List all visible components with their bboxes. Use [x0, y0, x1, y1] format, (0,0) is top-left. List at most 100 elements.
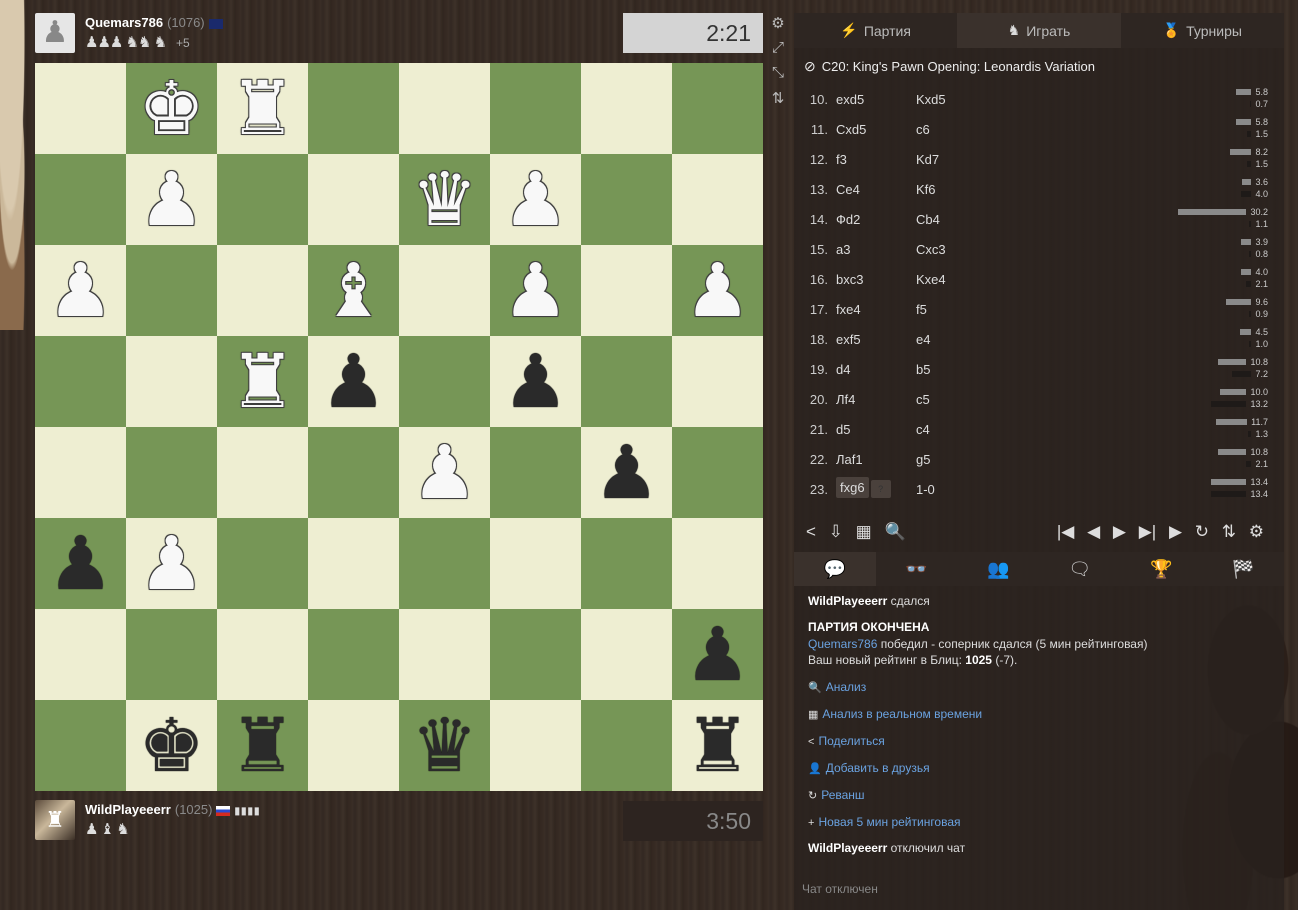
- board-square[interactable]: ♛: [399, 154, 490, 245]
- board-square[interactable]: ♟: [490, 245, 581, 336]
- board-square[interactable]: [35, 700, 126, 791]
- board-square[interactable]: [490, 427, 581, 518]
- prev-move-icon[interactable]: ◀: [1087, 522, 1100, 541]
- board-square[interactable]: [217, 245, 308, 336]
- board-square[interactable]: [35, 427, 126, 518]
- black-move[interactable]: c5: [916, 392, 996, 407]
- black-move[interactable]: Kxd5: [916, 92, 996, 107]
- board-square[interactable]: ♜: [672, 700, 763, 791]
- black-queen[interactable]: ♛: [411, 709, 477, 783]
- analysis-icon[interactable]: 🔍: [884, 522, 905, 541]
- flip-board-icon[interactable]: ⇅: [769, 89, 787, 114]
- add-friend-link[interactable]: 👤 Добавить в друзья: [808, 761, 1270, 775]
- expand-icon[interactable]: ⤢: [769, 39, 787, 64]
- board-square[interactable]: [126, 609, 217, 700]
- white-pawn[interactable]: ♟: [47, 254, 113, 328]
- board-square[interactable]: [308, 63, 399, 154]
- black-move[interactable]: 1-0: [916, 482, 996, 497]
- board-square[interactable]: [672, 518, 763, 609]
- chat-input[interactable]: Чат отключен: [794, 882, 1284, 896]
- board-square[interactable]: [490, 609, 581, 700]
- black-move[interactable]: Cb4: [916, 212, 996, 227]
- board-square[interactable]: [581, 154, 672, 245]
- white-king[interactable]: ♚: [138, 72, 204, 146]
- black-pawn[interactable]: ♟: [47, 527, 113, 601]
- white-queen[interactable]: ♛: [411, 163, 477, 237]
- white-move[interactable]: Лаf1: [836, 452, 916, 467]
- board-square[interactable]: [217, 518, 308, 609]
- settings-icon[interactable]: ⚙: [769, 14, 787, 39]
- tab-play[interactable]: ♞ Играть: [957, 13, 1121, 48]
- board-square[interactable]: [308, 609, 399, 700]
- board-square[interactable]: [581, 609, 672, 700]
- rematch-link[interactable]: ↻ Реванш: [808, 788, 1270, 802]
- board-square[interactable]: [672, 336, 763, 427]
- first-move-icon[interactable]: |◀: [1057, 522, 1075, 541]
- black-king[interactable]: ♚: [138, 709, 204, 783]
- white-move[interactable]: bxc3: [836, 272, 916, 287]
- winner-link[interactable]: Quemars786: [808, 637, 877, 651]
- black-move[interactable]: Kxe4: [916, 272, 996, 287]
- board-square[interactable]: ♛: [399, 700, 490, 791]
- board-square[interactable]: ♜: [217, 336, 308, 427]
- white-rook[interactable]: ♜: [229, 72, 295, 146]
- board-square[interactable]: ♟: [399, 427, 490, 518]
- black-move[interactable]: b5: [916, 362, 996, 377]
- black-move[interactable]: Cxc3: [916, 242, 996, 257]
- board-square[interactable]: ♜: [217, 700, 308, 791]
- board-square[interactable]: ♟: [308, 336, 399, 427]
- trophy-icon[interactable]: 🏆: [1121, 552, 1203, 586]
- black-move[interactable]: f5: [916, 302, 996, 317]
- binoculars-icon[interactable]: 👓: [876, 552, 958, 586]
- refresh-icon[interactable]: ↻: [1195, 522, 1209, 541]
- board-square[interactable]: [399, 518, 490, 609]
- settings-icon[interactable]: ⚙: [1249, 522, 1264, 541]
- board-square[interactable]: [399, 245, 490, 336]
- white-pawn[interactable]: ♟: [502, 163, 568, 237]
- chat-username[interactable]: WildPlayeeerr: [808, 841, 887, 855]
- bottom-player-name[interactable]: WildPlayeeerr: [85, 802, 171, 817]
- black-pawn[interactable]: ♟: [502, 345, 568, 419]
- black-pawn[interactable]: ♟: [320, 345, 386, 419]
- new-game-link[interactable]: + Новая 5 мин рейтинговая: [808, 815, 1270, 829]
- white-move[interactable]: d5: [836, 422, 916, 437]
- black-pawn[interactable]: ♟: [593, 436, 659, 510]
- board-square[interactable]: ♚: [126, 700, 217, 791]
- board-square[interactable]: ♟: [672, 245, 763, 336]
- white-pawn[interactable]: ♟: [138, 527, 204, 601]
- board-square[interactable]: [217, 427, 308, 518]
- board-square[interactable]: ♜: [217, 63, 308, 154]
- board-square[interactable]: [308, 700, 399, 791]
- board-square[interactable]: [399, 63, 490, 154]
- board-square[interactable]: ♟: [490, 336, 581, 427]
- board-square[interactable]: [35, 154, 126, 245]
- chess-board[interactable]: ♚ ♜ ♟ ♛ ♟ ♟ ♝ ♟ ♟ ♜ ♟ ♟ ♟ ♟ ♟ ♟ ♟ ♚ ♜ ♛ ♜: [35, 63, 763, 791]
- flip-icon[interactable]: ⇅: [1222, 522, 1236, 541]
- black-move[interactable]: c4: [916, 422, 996, 437]
- download-icon[interactable]: ⇩: [829, 522, 843, 541]
- question-icon[interactable]: ?: [870, 480, 891, 498]
- realtime-analysis-link[interactable]: ▦ Анализ в реальном времени: [808, 707, 1270, 721]
- avatar[interactable]: ♜: [35, 800, 75, 840]
- board-square[interactable]: [672, 427, 763, 518]
- board-square[interactable]: ♟: [35, 518, 126, 609]
- board-square[interactable]: ♚: [126, 63, 217, 154]
- board-square[interactable]: [217, 154, 308, 245]
- tab-game[interactable]: ⚡ Партия: [794, 13, 958, 48]
- share-link[interactable]: < Поделиться: [808, 734, 1270, 748]
- board-square[interactable]: [308, 154, 399, 245]
- board-square[interactable]: [126, 427, 217, 518]
- board-square[interactable]: ♟: [581, 427, 672, 518]
- board-square[interactable]: [35, 609, 126, 700]
- white-move[interactable]: fxg6?: [836, 477, 916, 499]
- share-icon[interactable]: <: [806, 522, 816, 541]
- board-image-icon[interactable]: ▦: [856, 522, 872, 541]
- white-move[interactable]: d4: [836, 362, 916, 377]
- white-rook[interactable]: ♜: [229, 345, 295, 419]
- board-square[interactable]: [581, 518, 672, 609]
- white-pawn[interactable]: ♟: [502, 254, 568, 328]
- chat-icon[interactable]: 💬: [794, 552, 876, 586]
- white-move[interactable]: a3: [836, 242, 916, 257]
- board-square[interactable]: [490, 700, 581, 791]
- white-move[interactable]: exf5: [836, 332, 916, 347]
